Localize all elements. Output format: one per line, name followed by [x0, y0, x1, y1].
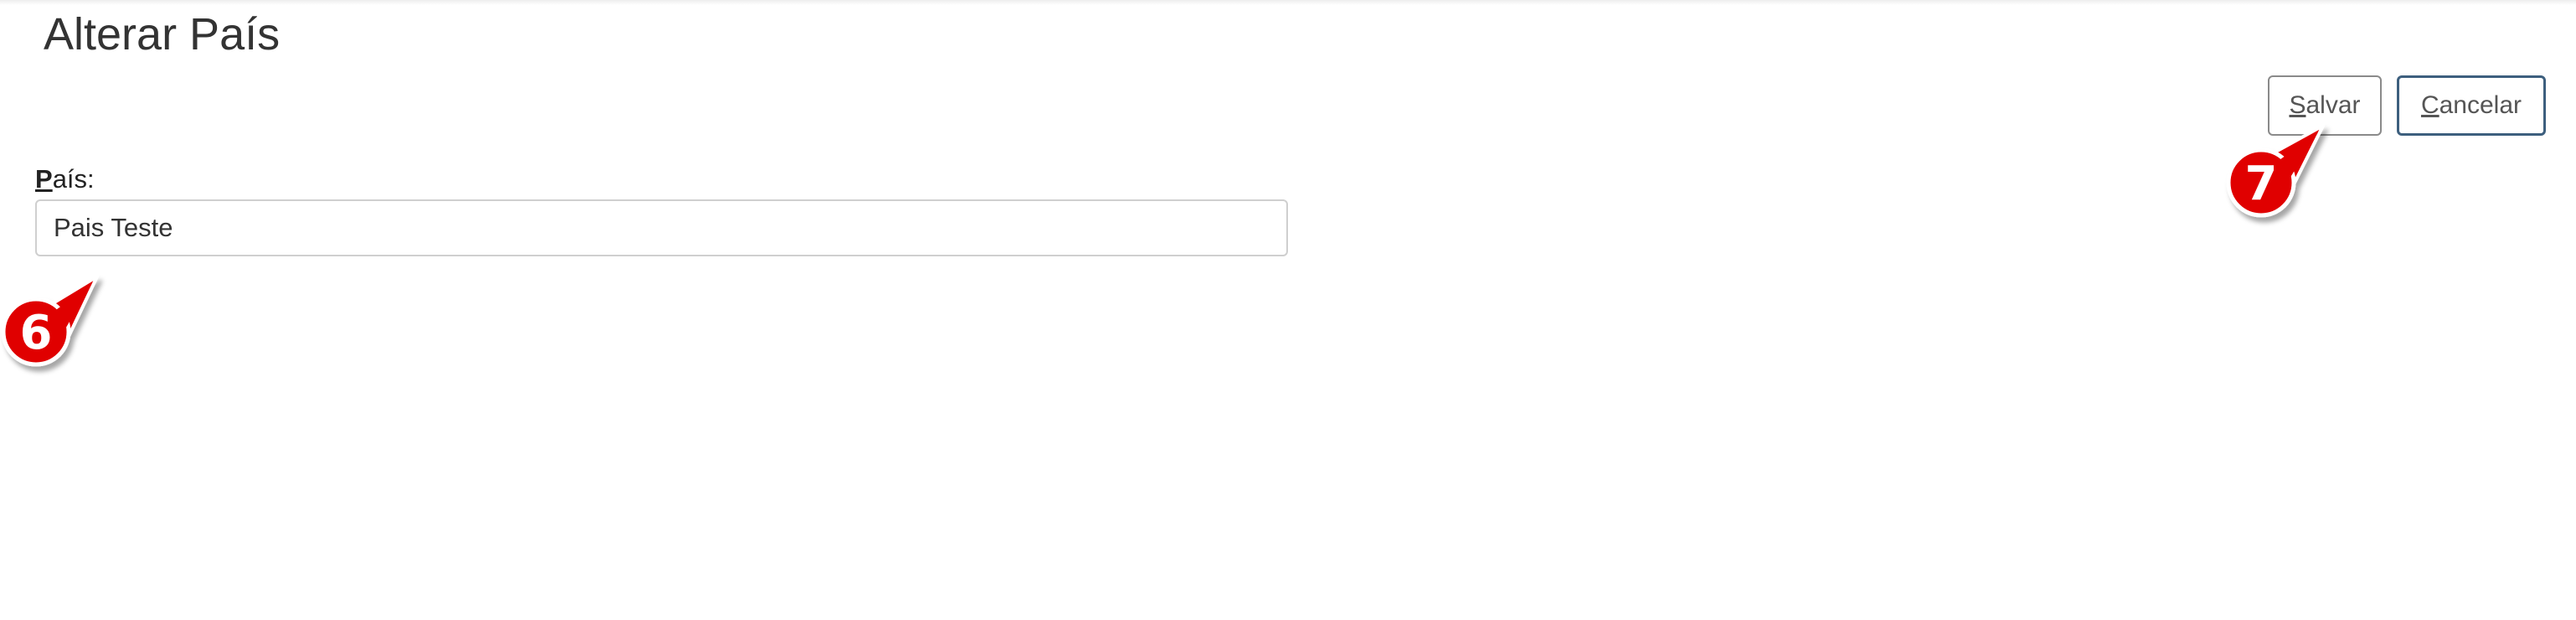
save-mnemonic: S	[2289, 91, 2306, 119]
cancel-mnemonic: C	[2420, 91, 2439, 119]
country-label-mnemonic: P	[35, 164, 53, 194]
cancel-label: ancelar	[2439, 91, 2522, 119]
country-label-colon: :	[87, 164, 95, 194]
country-field-label: País:	[35, 164, 95, 194]
country-input[interactable]	[35, 199, 1288, 256]
callout-7-number: 7	[2245, 157, 2278, 211]
page: Alterar País País: Salvar Cancelar 6	[0, 0, 2576, 620]
page-title: Alterar País	[44, 9, 281, 59]
callout-6-number: 6	[20, 306, 53, 360]
country-label-text: aís	[52, 164, 88, 194]
save-label: alvar	[2306, 91, 2361, 119]
callout-6: 6	[1, 275, 99, 367]
cancel-button[interactable]: Cancelar	[2397, 75, 2546, 136]
callout-7: 7	[2226, 124, 2325, 218]
top-shadow	[0, 0, 2576, 5]
